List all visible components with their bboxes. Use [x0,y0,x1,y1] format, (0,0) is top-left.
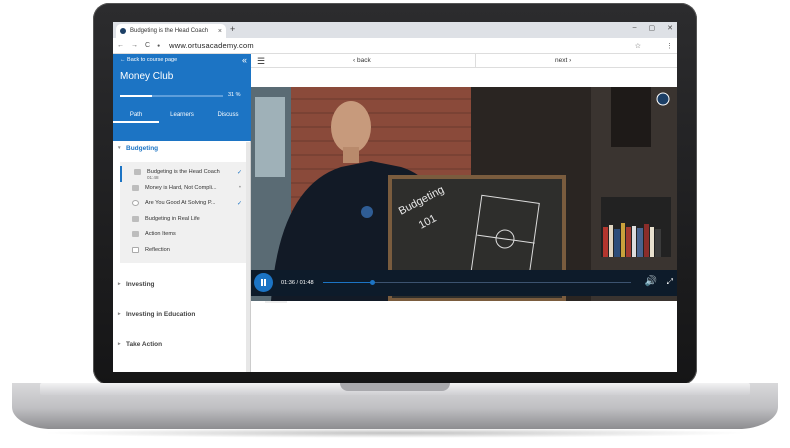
course-app: ← Back to course page « Money Club 31 % … [113,54,677,372]
lesson-item[interactable]: Money is Hard, Not Compli... • [120,182,246,198]
course-sidebar: ← Back to course page « Money Club 31 % … [113,54,251,372]
menu-icon[interactable]: ☰ [257,56,265,67]
video-player[interactable]: Budgeting 101 [251,87,677,301]
seek-fill [323,282,373,283]
module-budgeting[interactable]: Budgeting [113,142,246,156]
browser-tab[interactable]: Budgeting is the Head Coach × [116,24,226,38]
video-icon [134,169,141,175]
lesson-label: Reflection [145,246,170,253]
lesson-label: Are You Good At Solving P... [145,200,216,206]
course-progress-bar [120,95,223,97]
address-bar: ← → C ● www.ortusacademy.com ☆ ⋮ [113,38,677,54]
lesson-list: Budgeting is the Head Coach 01:48 ✓ Mone… [120,162,246,263]
lesson-content: ☰ ‹ back next › Budgeting 101 01:36 / 01… [251,54,677,372]
lesson-navigation: ☰ ‹ back next › [251,54,677,68]
lock-icon: ● [157,42,161,49]
tab-close-icon[interactable]: × [218,28,222,35]
lesson-item[interactable]: Action Items [120,228,246,244]
close-window-icon[interactable]: ✕ [667,24,673,32]
in-progress-icon: • [238,184,241,191]
video-frame: Budgeting 101 [251,87,677,301]
window-controls: – ▢ ✕ [633,24,673,32]
reload-icon[interactable]: C [145,42,150,49]
forward-nav-icon[interactable]: → [131,42,138,49]
pause-button[interactable] [254,273,273,292]
url-field[interactable]: www.ortusacademy.com [169,41,254,50]
maximize-icon[interactable]: ▢ [649,24,656,32]
bookmark-star-icon[interactable]: ☆ [635,42,641,50]
module-list: Budgeting Budgeting is the Head Coach 01… [113,142,246,353]
laptop-screen: Budgeting is the Head Coach × + – ▢ ✕ ← … [113,22,677,372]
slides-icon [132,231,139,237]
favicon-icon [120,28,126,34]
lesson-duration: 01:48 [147,175,159,180]
tab-title: Budgeting is the Head Coach [130,28,209,34]
edit-icon [132,246,139,253]
laptop-shadow [40,428,750,438]
sidebar-header: ← Back to course page « Money Club 31 % … [113,54,251,141]
module-investing-in-education[interactable]: Investing in Education [113,301,246,323]
lesson-item[interactable]: Reflection [120,244,246,260]
sidebar-tabs: Path Learners Discuss [113,110,251,123]
completed-check-icon: ✓ [236,201,242,207]
laptop-notch [340,383,450,391]
fullscreen-icon[interactable]: ⤢ [667,277,673,287]
lesson-item[interactable]: Budgeting in Real Life [120,213,246,229]
back-to-course-link[interactable]: ← Back to course page [120,57,177,63]
seek-handle[interactable] [370,280,376,285]
course-progress-fill [120,95,152,97]
volume-icon[interactable]: 🔊 [645,276,657,287]
slides-icon [132,215,139,222]
course-progress-label: 31 % [228,92,241,98]
tab-discuss[interactable]: Discuss [205,110,251,123]
module-investing[interactable]: Investing [113,271,246,293]
collapse-sidebar-icon[interactable]: « [242,55,247,65]
completed-check-icon: ✓ [236,170,242,176]
next-button[interactable]: next › [555,57,571,64]
back-nav-icon[interactable]: ← [117,42,124,49]
new-tab-button[interactable]: + [230,24,235,34]
laptop-mockup: Budgeting is the Head Coach × + – ▢ ✕ ← … [0,0,790,448]
video-seek-bar[interactable] [323,280,631,285]
nav-divider [475,54,476,68]
lesson-item[interactable]: Are You Good At Solving P... ✓ [120,197,246,213]
content-divider [265,301,287,303]
lesson-label: Money is Hard, Not Compli... [145,184,217,191]
video-time: 01:36 / 01:48 [281,280,314,286]
module-take-action[interactable]: Take Action [113,331,246,353]
sidebar-scrollbar[interactable] [246,142,250,372]
tab-path[interactable]: Path [113,110,159,123]
slides-icon [132,184,139,191]
tab-learners[interactable]: Learners [159,110,205,123]
back-button[interactable]: ‹ back [353,57,371,64]
browser-menu-icon[interactable]: ⋮ [666,42,673,50]
lesson-item[interactable]: Budgeting is the Head Coach 01:48 ✓ [120,166,246,182]
play-icon [132,200,139,206]
lesson-label: Budgeting in Real Life [145,215,200,222]
player-controls: 01:36 / 01:48 🔊 ⤢ [251,270,677,296]
course-title: Money Club [120,71,174,82]
browser-tab-bar: Budgeting is the Head Coach × + – ▢ ✕ [113,22,677,38]
lesson-label: Action Items [145,231,176,237]
minimize-icon[interactable]: – [633,24,637,32]
